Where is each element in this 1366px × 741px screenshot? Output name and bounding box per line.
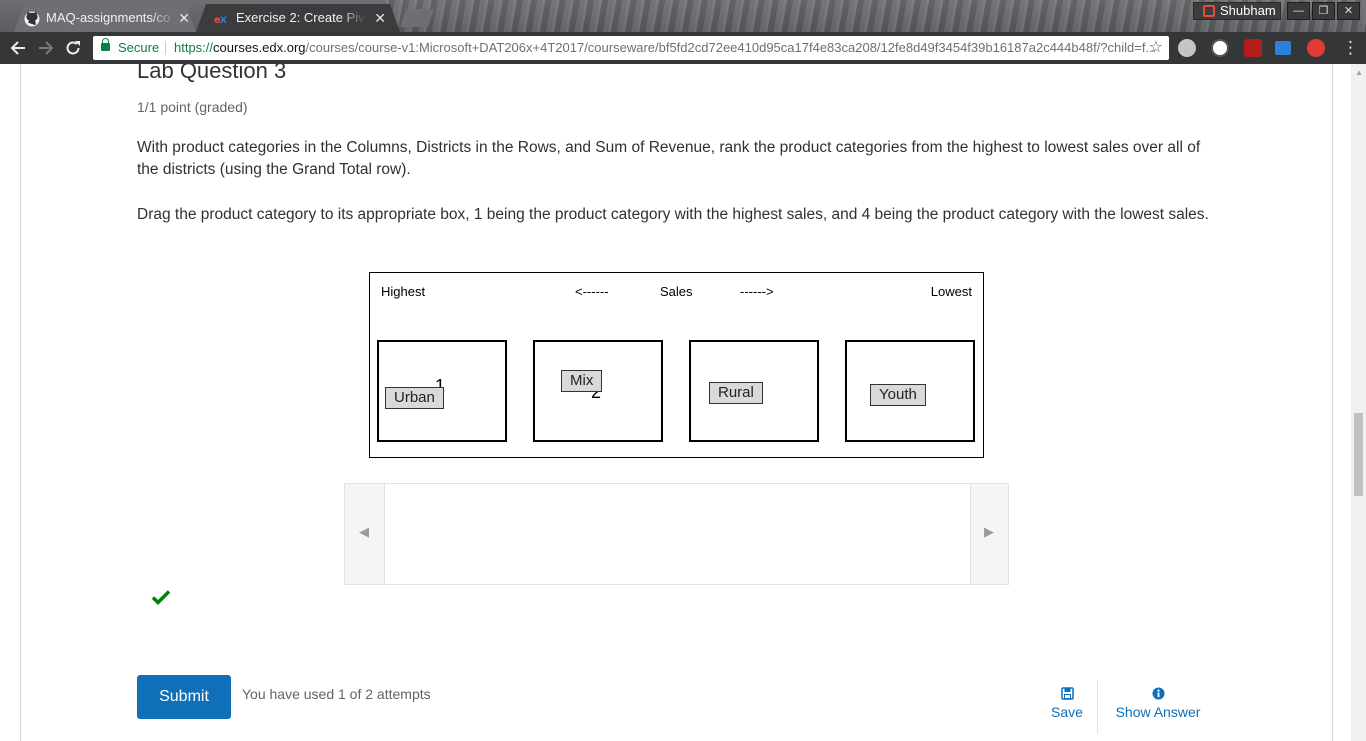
extension-icon[interactable]: [1178, 39, 1196, 57]
new-tab-button[interactable]: [400, 9, 434, 27]
address-bar[interactable]: Secure https://courses.edx.org/courses/c…: [93, 36, 1169, 60]
item-bank-area[interactable]: [384, 484, 971, 584]
tab-close-icon[interactable]: ✕: [178, 9, 190, 27]
back-arrow-icon[interactable]: [7, 37, 29, 59]
save-label: Save: [1051, 704, 1083, 720]
profile-name: Shubham: [1220, 3, 1276, 18]
extension-icon[interactable]: [1275, 41, 1291, 55]
opera-icon[interactable]: [1307, 39, 1325, 57]
tab-maq-assignments[interactable]: MAQ-assignments/co ✕: [6, 4, 204, 32]
save-icon: [1060, 687, 1074, 700]
secure-label: Secure: [118, 40, 160, 55]
item-bank: ◀ ▶: [344, 483, 1009, 585]
header-highest: Highest: [381, 284, 426, 299]
close-window-button[interactable]: ✕: [1337, 2, 1360, 20]
tab-exercise-2[interactable]: eX Exercise 2: Create Piv ✕: [196, 4, 400, 32]
profile-icon: [1203, 5, 1215, 17]
page-scrollbar[interactable]: ▲: [1351, 64, 1366, 741]
browser-toolbar: Secure https://courses.edx.org/courses/c…: [0, 32, 1366, 91]
drop-slot[interactable]: 4 Youth: [845, 340, 975, 442]
page-content: Lab Question 3 1/1 point (graded) With p…: [0, 64, 1366, 741]
reload-icon[interactable]: [62, 37, 84, 59]
ublock-icon[interactable]: [1244, 39, 1262, 57]
drop-slot[interactable]: 1 Urban: [377, 340, 507, 442]
scroll-up-icon[interactable]: ▲: [1355, 68, 1363, 77]
browser-tabstrip: MAQ-assignments/co ✕ eX Exercise 2: Crea…: [0, 0, 1366, 32]
url-host: courses.edx.org: [213, 40, 306, 55]
problem-paragraph: With product categories in the Columns, …: [137, 139, 1201, 178]
show-answer-label: Show Answer: [1115, 704, 1201, 720]
forward-arrow-icon[interactable]: [35, 37, 57, 59]
menu-dots-icon[interactable]: ⋮: [1342, 38, 1359, 58]
bookmark-star-icon[interactable]: ☆: [1149, 36, 1163, 60]
header-arrow-left: <------: [575, 284, 609, 299]
correct-check-icon: [151, 590, 171, 605]
draggable-item[interactable]: Mix: [561, 370, 603, 392]
action-divider: [1097, 680, 1098, 734]
scrollbar-thumb[interactable]: [1354, 413, 1363, 496]
show-answer-button[interactable]: Show Answer: [1110, 687, 1206, 720]
attempts-text: You have used 1 of 2 attempts: [242, 686, 431, 702]
lock-icon: [101, 38, 110, 51]
tab-title: Exercise 2: Create Piv: [236, 10, 365, 25]
maximize-button[interactable]: ❐: [1312, 2, 1335, 20]
header-lowest: Lowest: [930, 284, 972, 299]
github-icon: [24, 11, 40, 27]
omnibox-divider: [165, 41, 166, 55]
url-text: https://courses.edx.org/courses/course-v…: [174, 36, 1156, 60]
problem-title: Lab Question 3: [137, 64, 287, 83]
save-button[interactable]: Save: [1046, 687, 1088, 720]
submit-button[interactable]: Submit: [137, 675, 231, 719]
speed-gauge-icon[interactable]: [1211, 39, 1229, 57]
profile-button[interactable]: Shubham: [1193, 2, 1281, 20]
tab-title: MAQ-assignments/co: [46, 10, 171, 25]
drag-drop-target-area: Highest <------ Sales ------> Lowest 1 U…: [369, 272, 984, 458]
scroll-right-icon[interactable]: ▶: [984, 524, 994, 540]
problem-paragraph: Drag the product category to its appropr…: [137, 206, 1209, 223]
drop-slot[interactable]: 3 Rural: [689, 340, 819, 442]
draggable-item[interactable]: Youth: [870, 384, 926, 406]
header-sales: Sales: [660, 284, 693, 299]
url-scheme: https://: [174, 40, 214, 55]
draggable-item[interactable]: Urban: [385, 387, 444, 409]
svg-text:X: X: [220, 16, 227, 26]
minimize-button[interactable]: —: [1287, 2, 1310, 20]
drop-slot[interactable]: 2 Mix: [533, 340, 663, 442]
problem-points: 1/1 point (graded): [137, 99, 248, 115]
info-icon: [1152, 687, 1164, 700]
header-arrow-right: ------>: [740, 284, 774, 299]
url-path: /courses/course-v1:Microsoft+DAT206x+4T2…: [305, 40, 1157, 55]
draggable-item[interactable]: Rural: [709, 382, 763, 404]
tab-close-icon[interactable]: ✕: [374, 9, 386, 27]
scroll-left-icon[interactable]: ◀: [359, 524, 369, 540]
edx-icon: eX: [214, 15, 227, 26]
